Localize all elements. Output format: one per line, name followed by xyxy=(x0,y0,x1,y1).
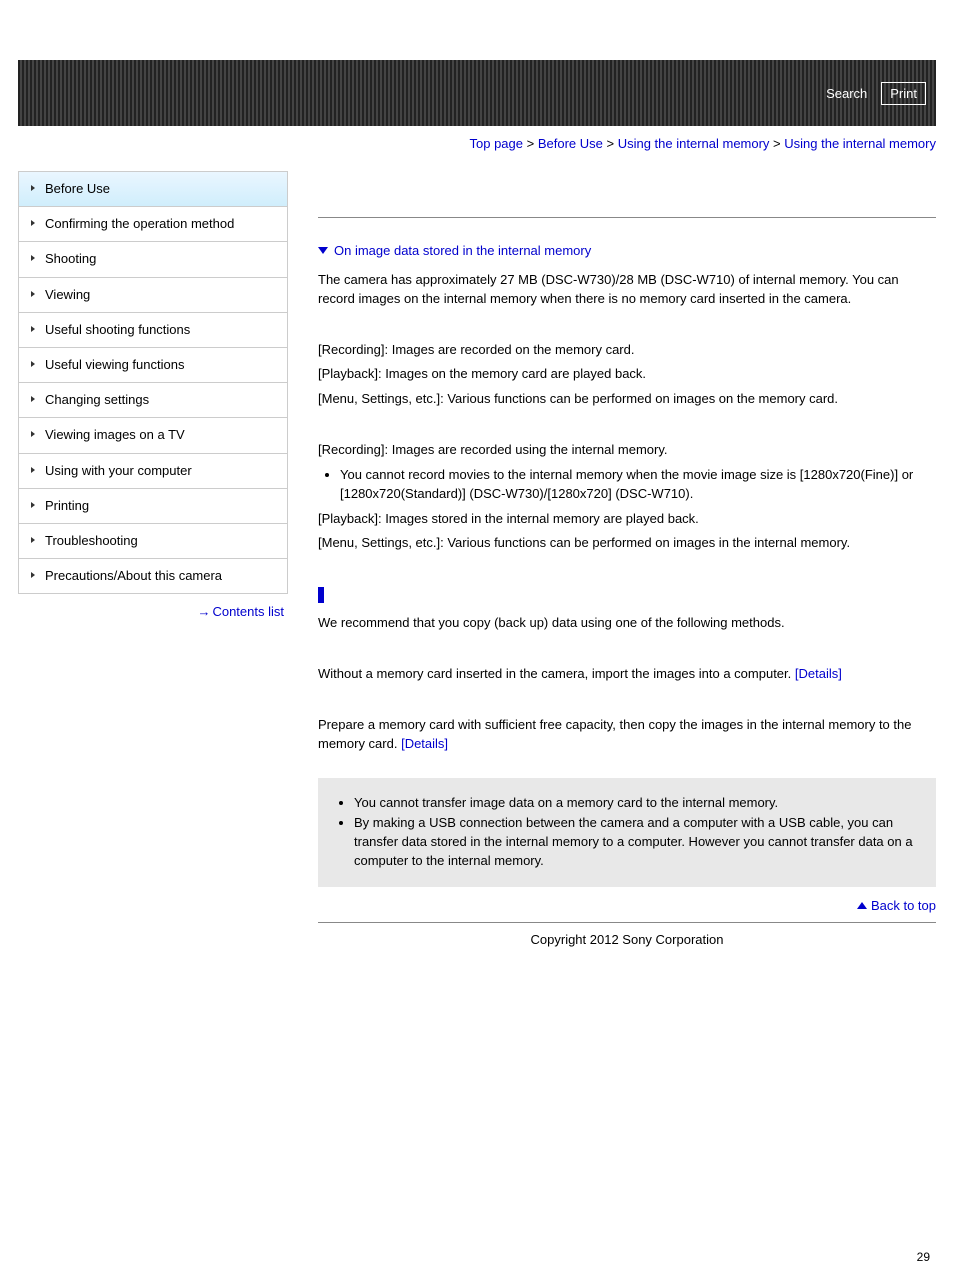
sidebar-item-label: Printing xyxy=(45,498,89,513)
breadcrumb-sep: > xyxy=(603,136,618,151)
method-text: Without a memory card inserted in the ca… xyxy=(318,666,795,681)
sidebar-item-label: Viewing xyxy=(45,287,90,302)
sidebar-item-label: Viewing images on a TV xyxy=(45,427,185,442)
note-box: You cannot transfer image data on a memo… xyxy=(318,778,936,887)
sidebar-item-label: Changing settings xyxy=(45,392,149,407)
print-button[interactable]: Print xyxy=(881,82,926,105)
triangle-up-icon xyxy=(857,902,867,909)
footer: Copyright 2012 Sony Corporation xyxy=(318,922,936,950)
main-content: On image data stored in the internal mem… xyxy=(288,171,936,950)
breadcrumb-sep: > xyxy=(523,136,538,151)
sidebar-item-troubleshooting[interactable]: Troubleshooting xyxy=(18,524,288,559)
sidebar: Before Use Confirming the operation meth… xyxy=(18,171,288,950)
playback-text: [Playback]: Images on the memory card ar… xyxy=(318,365,936,384)
breadcrumb-current: Using the internal memory xyxy=(784,136,936,151)
breadcrumb-sep: > xyxy=(769,136,784,151)
sidebar-item-label: Precautions/About this camera xyxy=(45,568,222,583)
playback-text: [Playback]: Images stored in the interna… xyxy=(318,510,936,529)
note-bullet: You cannot record movies to the internal… xyxy=(340,466,936,504)
recommend-text: We recommend that you copy (back up) dat… xyxy=(318,614,936,633)
note-item: You cannot transfer image data on a memo… xyxy=(354,794,922,813)
breadcrumb-item[interactable]: Before Use xyxy=(538,136,603,151)
sidebar-item-label: Useful viewing functions xyxy=(45,357,184,372)
copyright-text: Copyright 2012 Sony Corporation xyxy=(531,932,724,947)
note-item: By making a USB connection between the c… xyxy=(354,814,922,871)
divider xyxy=(318,217,936,218)
breadcrumb-item[interactable]: Top page xyxy=(470,136,524,151)
sidebar-item-viewing[interactable]: Viewing xyxy=(18,278,288,313)
sidebar-item-printing[interactable]: Printing xyxy=(18,489,288,524)
sidebar-item-label: Useful shooting functions xyxy=(45,322,190,337)
section-link-label: On image data stored in the internal mem… xyxy=(334,243,591,258)
sidebar-item-computer[interactable]: Using with your computer xyxy=(18,454,288,489)
recording-text: [Recording]: Images are recorded using t… xyxy=(318,441,936,460)
recommend-block: We recommend that you copy (back up) dat… xyxy=(318,585,936,633)
sidebar-item-label: Troubleshooting xyxy=(45,533,138,548)
sidebar-item-useful-shooting[interactable]: Useful shooting functions xyxy=(18,313,288,348)
sidebar-item-label: Before Use xyxy=(45,181,110,196)
sidebar-item-viewing-tv[interactable]: Viewing images on a TV xyxy=(18,418,288,453)
heading-bar-icon xyxy=(318,587,324,603)
sidebar-item-before-use[interactable]: Before Use xyxy=(18,172,288,207)
search-link[interactable]: Search xyxy=(822,82,871,105)
sidebar-item-changing-settings[interactable]: Changing settings xyxy=(18,383,288,418)
sidebar-item-precautions[interactable]: Precautions/About this camera xyxy=(18,559,288,594)
method-computer: Without a memory card inserted in the ca… xyxy=(318,665,936,684)
triangle-down-icon xyxy=(318,247,328,254)
block-internal-memory: [Recording]: Images are recorded using t… xyxy=(318,441,936,553)
menu-text: [Menu, Settings, etc.]: Various function… xyxy=(318,390,936,409)
back-to-top-link[interactable]: Back to top xyxy=(857,898,936,913)
sidebar-item-label: Confirming the operation method xyxy=(45,216,234,231)
menu-text: [Menu, Settings, etc.]: Various function… xyxy=(318,534,936,553)
header-bar: Search Print xyxy=(18,60,936,126)
details-link[interactable]: [Details] xyxy=(795,666,842,681)
sidebar-item-label: Using with your computer xyxy=(45,463,192,478)
sidebar-item-confirming[interactable]: Confirming the operation method xyxy=(18,207,288,242)
recording-text: [Recording]: Images are recorded on the … xyxy=(318,341,936,360)
breadcrumb-item[interactable]: Using the internal memory xyxy=(618,136,770,151)
method-memory-card: Prepare a memory card with sufficient fr… xyxy=(318,716,936,754)
back-to-top-label: Back to top xyxy=(871,898,936,913)
page-number: 29 xyxy=(0,970,954,1284)
breadcrumb: Top page > Before Use > Using the intern… xyxy=(18,126,936,171)
sidebar-item-shooting[interactable]: Shooting xyxy=(18,242,288,277)
sidebar-item-label: Shooting xyxy=(45,251,96,266)
sidebar-item-useful-viewing[interactable]: Useful viewing functions xyxy=(18,348,288,383)
intro-text: The camera has approximately 27 MB (DSC-… xyxy=(318,271,936,309)
block-memory-card: [Recording]: Images are recorded on the … xyxy=(318,341,936,410)
arrow-right-icon: → xyxy=(197,604,210,619)
section-anchor-link[interactable]: On image data stored in the internal mem… xyxy=(318,243,591,258)
contents-list-link[interactable]: Contents list xyxy=(212,604,284,619)
details-link[interactable]: [Details] xyxy=(401,736,448,751)
